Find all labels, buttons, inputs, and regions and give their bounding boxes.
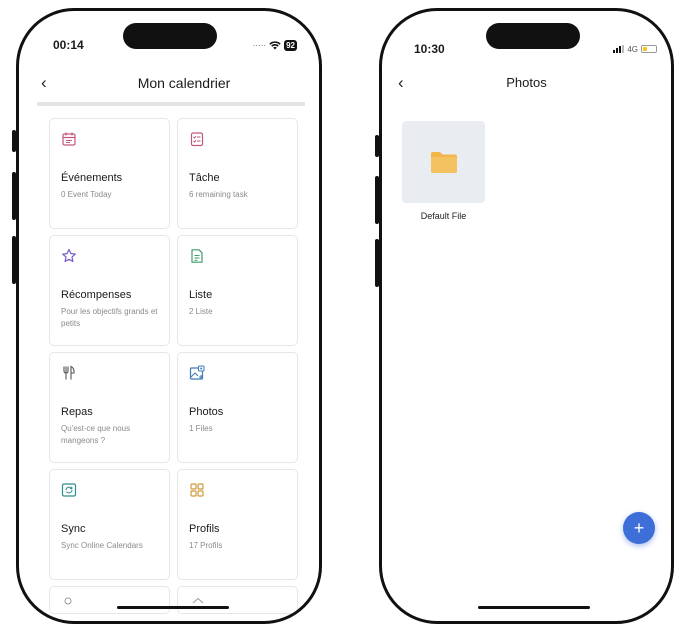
card-subtitle: Sync Online Calendars bbox=[61, 541, 143, 550]
card-partial[interactable] bbox=[49, 586, 170, 614]
folder-tile[interactable] bbox=[402, 121, 485, 203]
photo-icon bbox=[189, 365, 205, 380]
card-title: Repas bbox=[61, 406, 93, 418]
header-divider bbox=[37, 102, 305, 106]
battery-indicator: 92 bbox=[284, 39, 297, 51]
navigation-bar: ‹ Mon calendrier bbox=[19, 73, 319, 93]
card-title: Profils bbox=[189, 523, 220, 535]
phone-photos-screen: 10:30 4G ‹ Photos Default File + bbox=[379, 8, 674, 624]
card-events[interactable]: Événements 0 Event Today bbox=[49, 118, 170, 229]
status-time: 00:14 bbox=[53, 38, 84, 52]
status-time: 10:30 bbox=[414, 42, 445, 56]
status-bar: 00:14 ····· 92 bbox=[53, 37, 297, 53]
card-subtitle: Pour les objectifs grands et petits bbox=[61, 307, 158, 328]
card-photos[interactable]: Photos 1 Files bbox=[177, 352, 298, 463]
grid-icon bbox=[190, 483, 204, 497]
card-subtitle: 0 Event Today bbox=[61, 190, 112, 199]
battery-icon bbox=[641, 45, 657, 53]
folder-icon bbox=[431, 152, 457, 173]
home-indicator[interactable] bbox=[478, 606, 590, 609]
folder-label: Default File bbox=[420, 211, 467, 221]
task-list-icon bbox=[190, 132, 204, 147]
card-list[interactable]: Liste 2 Liste bbox=[177, 235, 298, 346]
add-button[interactable]: + bbox=[623, 512, 655, 544]
status-bar: 10:30 4G bbox=[414, 41, 657, 57]
wifi-icon bbox=[269, 40, 281, 49]
card-subtitle: 6 remaining task bbox=[189, 190, 248, 199]
card-title: Événements bbox=[61, 172, 123, 184]
card-partial[interactable] bbox=[177, 586, 298, 614]
card-profiles[interactable]: Profils 17 Profils bbox=[177, 469, 298, 580]
card-subtitle: 2 Liste bbox=[189, 307, 213, 316]
card-rewards[interactable]: Récompenses Pour les objectifs grands et… bbox=[49, 235, 170, 346]
card-title: Sync bbox=[61, 523, 86, 535]
calendar-icon bbox=[62, 132, 76, 146]
document-icon bbox=[191, 249, 203, 263]
network-label: 4G bbox=[627, 44, 638, 54]
card-title: Photos bbox=[189, 406, 224, 418]
page-title: Mon calendrier bbox=[137, 75, 231, 91]
home-indicator[interactable] bbox=[117, 606, 229, 609]
page-title: Photos bbox=[506, 75, 547, 90]
card-title: Liste bbox=[189, 289, 213, 301]
card-meals[interactable]: Repas Qu'est-ce que nous mangeons ? bbox=[49, 352, 170, 463]
feature-grid: Événements 0 Event Today Tâche 6 remaini… bbox=[49, 118, 299, 614]
card-title: Récompenses bbox=[61, 289, 132, 301]
sync-icon bbox=[61, 483, 77, 497]
signal-bars-icon bbox=[613, 45, 625, 53]
star-icon bbox=[62, 248, 76, 263]
search-icon bbox=[64, 597, 72, 605]
phone-calendar-screen: 00:14 ····· 92 ‹ Mon calendrier Événemen… bbox=[16, 8, 322, 624]
card-sync[interactable]: Sync Sync Online Calendars bbox=[49, 469, 170, 580]
utensils-icon bbox=[63, 365, 75, 380]
card-title: Tâche bbox=[189, 172, 220, 184]
card-subtitle: 17 Profils bbox=[189, 541, 223, 550]
navigation-bar: ‹ Photos bbox=[382, 73, 671, 93]
card-subtitle: Qu'est-ce que nous mangeons ? bbox=[61, 424, 131, 445]
card-task[interactable]: Tâche 6 remaining task bbox=[177, 118, 298, 229]
signal-dots-icon: ····· bbox=[252, 40, 267, 50]
card-subtitle: 1 Files bbox=[189, 424, 213, 433]
